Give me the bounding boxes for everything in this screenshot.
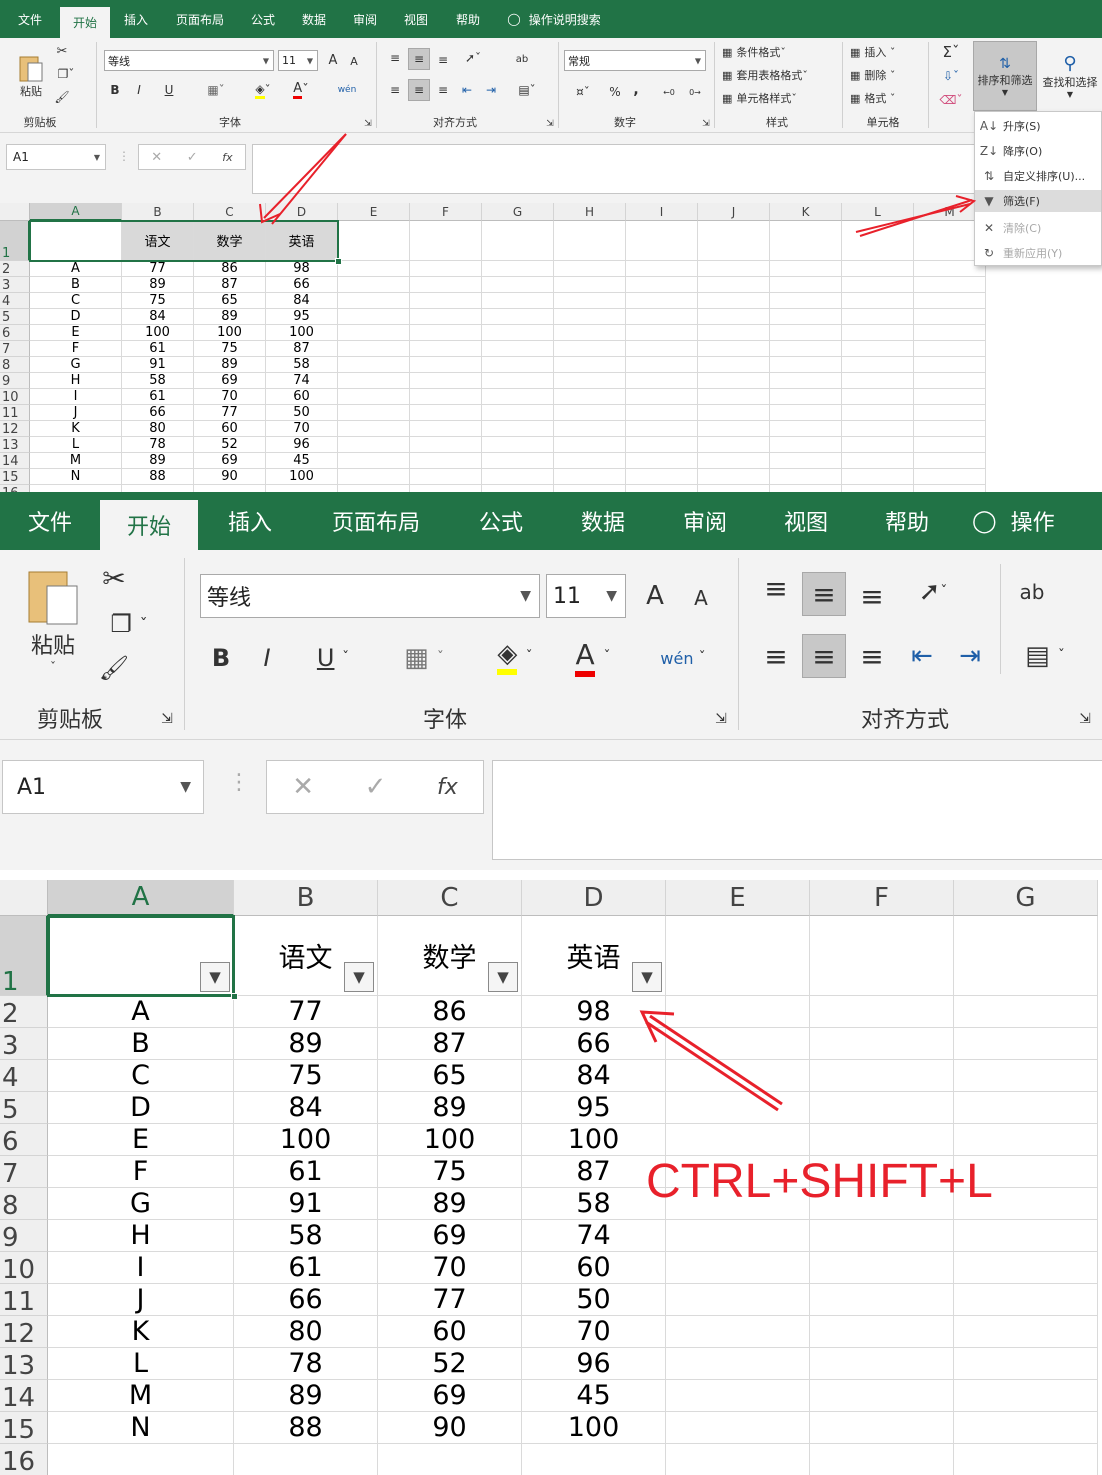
annotation-arrows (259, 133, 977, 1112)
arrow-to-dropdown-2 (645, 1020, 779, 1112)
arrow-to-dropdown (649, 1014, 783, 1106)
arrow-to-header (263, 133, 347, 219)
arrow-to-filter-2 (859, 199, 973, 237)
arrow-to-header-2 (271, 133, 347, 225)
